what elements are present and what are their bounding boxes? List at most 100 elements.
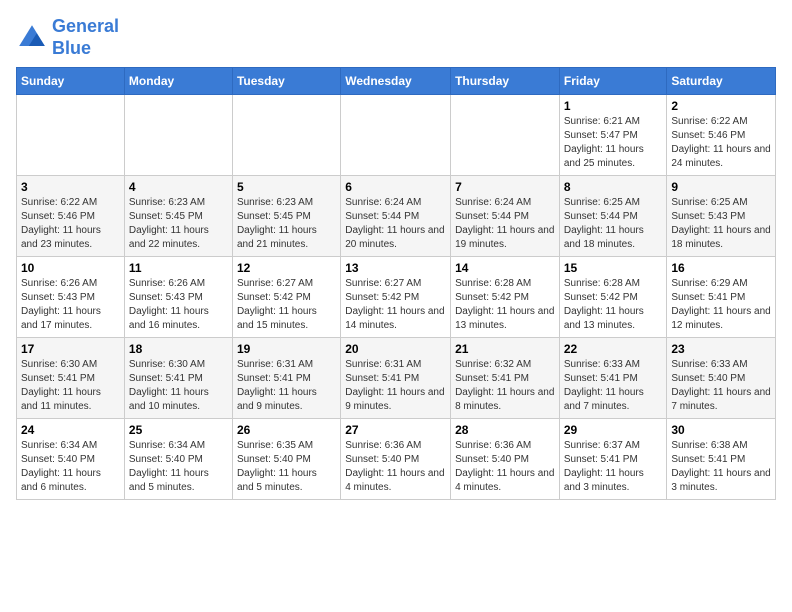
day-info: Sunrise: 6:26 AM Sunset: 5:43 PM Dayligh… <box>21 277 120 333</box>
day-header-saturday: Saturday <box>667 68 776 95</box>
week-row-5: 24 Sunrise: 6:34 AM Sunset: 5:40 PM Dayli… <box>17 419 776 500</box>
week-row-1: 1Sunrise: 6:21 AM Sunset: 5:47 PM Daylig… <box>17 95 776 176</box>
day-info: Sunrise: 6:27 AM Sunset: 5:42 PM Dayligh… <box>345 277 446 333</box>
calendar-cell: 11 Sunrise: 6:26 AM Sunset: 5:43 PM Dayli… <box>124 257 232 338</box>
calendar-cell: 27 Sunrise: 6:36 AM Sunset: 5:40 PM Dayli… <box>341 419 451 500</box>
day-info: Sunrise: 6:22 AM Sunset: 5:46 PM Dayligh… <box>21 196 120 252</box>
day-info: Sunrise: 6:36 AM Sunset: 5:40 PM Dayligh… <box>345 439 446 495</box>
day-info: Sunrise: 6:30 AM Sunset: 5:41 PM Dayligh… <box>129 358 228 414</box>
calendar-cell: 12Sunrise: 6:27 AM Sunset: 5:42 PM Dayli… <box>232 257 340 338</box>
week-row-2: 3Sunrise: 6:22 AM Sunset: 5:46 PM Daylig… <box>17 176 776 257</box>
calendar-cell: 18Sunrise: 6:30 AM Sunset: 5:41 PM Dayli… <box>124 338 232 419</box>
day-number: 7 <box>455 180 555 194</box>
logo-text: General Blue <box>52 16 119 59</box>
calendar-header-row: SundayMondayTuesdayWednesdayThursdayFrid… <box>17 68 776 95</box>
calendar-cell: 8 Sunrise: 6:25 AM Sunset: 5:44 PM Daylig… <box>559 176 667 257</box>
calendar-cell: 26 Sunrise: 6:35 AM Sunset: 5:40 PM Dayli… <box>232 419 340 500</box>
day-number: 9 <box>671 180 771 194</box>
calendar-cell: 17 Sunrise: 6:30 AM Sunset: 5:41 PM Dayli… <box>17 338 125 419</box>
calendar-body: 1Sunrise: 6:21 AM Sunset: 5:47 PM Daylig… <box>17 95 776 500</box>
logo-icon <box>16 22 48 54</box>
day-number: 13 <box>345 261 446 275</box>
day-number: 2 <box>671 99 771 113</box>
day-info: Sunrise: 6:28 AM Sunset: 5:42 PM Dayligh… <box>455 277 555 333</box>
calendar-cell: 3Sunrise: 6:22 AM Sunset: 5:46 PM Daylig… <box>17 176 125 257</box>
day-number: 24 <box>21 423 120 437</box>
calendar-cell: 28 Sunrise: 6:36 AM Sunset: 5:40 PM Dayli… <box>451 419 560 500</box>
calendar-cell <box>232 95 340 176</box>
week-row-3: 10 Sunrise: 6:26 AM Sunset: 5:43 PM Dayli… <box>17 257 776 338</box>
day-number: 28 <box>455 423 555 437</box>
calendar-cell: 19 Sunrise: 6:31 AM Sunset: 5:41 PM Dayli… <box>232 338 340 419</box>
day-header-thursday: Thursday <box>451 68 560 95</box>
day-info: Sunrise: 6:25 AM Sunset: 5:44 PM Dayligh… <box>564 196 663 252</box>
calendar-cell: 2Sunrise: 6:22 AM Sunset: 5:46 PM Daylig… <box>667 95 776 176</box>
logo: General Blue <box>16 16 119 59</box>
day-number: 25 <box>129 423 228 437</box>
day-info: Sunrise: 6:32 AM Sunset: 5:41 PM Dayligh… <box>455 358 555 414</box>
day-number: 8 <box>564 180 663 194</box>
day-number: 19 <box>237 342 336 356</box>
day-info: Sunrise: 6:33 AM Sunset: 5:40 PM Dayligh… <box>671 358 771 414</box>
day-info: Sunrise: 6:31 AM Sunset: 5:41 PM Dayligh… <box>345 358 446 414</box>
day-number: 27 <box>345 423 446 437</box>
day-info: Sunrise: 6:33 AM Sunset: 5:41 PM Dayligh… <box>564 358 663 414</box>
day-number: 14 <box>455 261 555 275</box>
day-number: 16 <box>671 261 771 275</box>
day-number: 15 <box>564 261 663 275</box>
day-info: Sunrise: 6:28 AM Sunset: 5:42 PM Dayligh… <box>564 277 663 333</box>
calendar-cell <box>124 95 232 176</box>
day-info: Sunrise: 6:26 AM Sunset: 5:43 PM Dayligh… <box>129 277 228 333</box>
calendar-cell: 23Sunrise: 6:33 AM Sunset: 5:40 PM Dayli… <box>667 338 776 419</box>
calendar-cell: 4Sunrise: 6:23 AM Sunset: 5:45 PM Daylig… <box>124 176 232 257</box>
calendar-cell: 25 Sunrise: 6:34 AM Sunset: 5:40 PM Dayli… <box>124 419 232 500</box>
calendar-cell: 10 Sunrise: 6:26 AM Sunset: 5:43 PM Dayli… <box>17 257 125 338</box>
calendar-cell: 9 Sunrise: 6:25 AM Sunset: 5:43 PM Daylig… <box>667 176 776 257</box>
day-info: Sunrise: 6:37 AM Sunset: 5:41 PM Dayligh… <box>564 439 663 495</box>
day-info: Sunrise: 6:34 AM Sunset: 5:40 PM Dayligh… <box>129 439 228 495</box>
calendar-cell: 5 Sunrise: 6:23 AM Sunset: 5:45 PM Daylig… <box>232 176 340 257</box>
calendar-cell: 6Sunrise: 6:24 AM Sunset: 5:44 PM Daylig… <box>341 176 451 257</box>
calendar-cell: 29 Sunrise: 6:37 AM Sunset: 5:41 PM Dayli… <box>559 419 667 500</box>
day-number: 22 <box>564 342 663 356</box>
day-number: 29 <box>564 423 663 437</box>
day-info: Sunrise: 6:23 AM Sunset: 5:45 PM Dayligh… <box>237 196 336 252</box>
day-info: Sunrise: 6:23 AM Sunset: 5:45 PM Dayligh… <box>129 196 228 252</box>
calendar-cell: 20Sunrise: 6:31 AM Sunset: 5:41 PM Dayli… <box>341 338 451 419</box>
day-info: Sunrise: 6:36 AM Sunset: 5:40 PM Dayligh… <box>455 439 555 495</box>
calendar-cell: 24 Sunrise: 6:34 AM Sunset: 5:40 PM Dayli… <box>17 419 125 500</box>
day-info: Sunrise: 6:21 AM Sunset: 5:47 PM Dayligh… <box>564 115 663 171</box>
calendar-cell <box>17 95 125 176</box>
calendar-cell <box>451 95 560 176</box>
day-header-friday: Friday <box>559 68 667 95</box>
day-info: Sunrise: 6:38 AM Sunset: 5:41 PM Dayligh… <box>671 439 771 495</box>
day-info: Sunrise: 6:35 AM Sunset: 5:40 PM Dayligh… <box>237 439 336 495</box>
calendar-cell: 16Sunrise: 6:29 AM Sunset: 5:41 PM Dayli… <box>667 257 776 338</box>
calendar-cell: 13 Sunrise: 6:27 AM Sunset: 5:42 PM Dayli… <box>341 257 451 338</box>
day-number: 12 <box>237 261 336 275</box>
day-header-wednesday: Wednesday <box>341 68 451 95</box>
calendar-table: SundayMondayTuesdayWednesdayThursdayFrid… <box>16 67 776 500</box>
day-number: 26 <box>237 423 336 437</box>
day-header-sunday: Sunday <box>17 68 125 95</box>
day-header-monday: Monday <box>124 68 232 95</box>
day-number: 6 <box>345 180 446 194</box>
calendar-cell: 1Sunrise: 6:21 AM Sunset: 5:47 PM Daylig… <box>559 95 667 176</box>
day-number: 5 <box>237 180 336 194</box>
day-number: 17 <box>21 342 120 356</box>
day-number: 10 <box>21 261 120 275</box>
day-info: Sunrise: 6:34 AM Sunset: 5:40 PM Dayligh… <box>21 439 120 495</box>
week-row-4: 17 Sunrise: 6:30 AM Sunset: 5:41 PM Dayli… <box>17 338 776 419</box>
day-info: Sunrise: 6:30 AM Sunset: 5:41 PM Dayligh… <box>21 358 120 414</box>
page-header: General Blue <box>16 16 776 59</box>
day-number: 30 <box>671 423 771 437</box>
calendar-cell: 14 Sunrise: 6:28 AM Sunset: 5:42 PM Dayli… <box>451 257 560 338</box>
calendar-cell: 22 Sunrise: 6:33 AM Sunset: 5:41 PM Dayli… <box>559 338 667 419</box>
day-header-tuesday: Tuesday <box>232 68 340 95</box>
day-info: Sunrise: 6:25 AM Sunset: 5:43 PM Dayligh… <box>671 196 771 252</box>
calendar-cell: 15 Sunrise: 6:28 AM Sunset: 5:42 PM Dayli… <box>559 257 667 338</box>
day-info: Sunrise: 6:31 AM Sunset: 5:41 PM Dayligh… <box>237 358 336 414</box>
calendar-cell <box>341 95 451 176</box>
day-number: 11 <box>129 261 228 275</box>
day-number: 21 <box>455 342 555 356</box>
